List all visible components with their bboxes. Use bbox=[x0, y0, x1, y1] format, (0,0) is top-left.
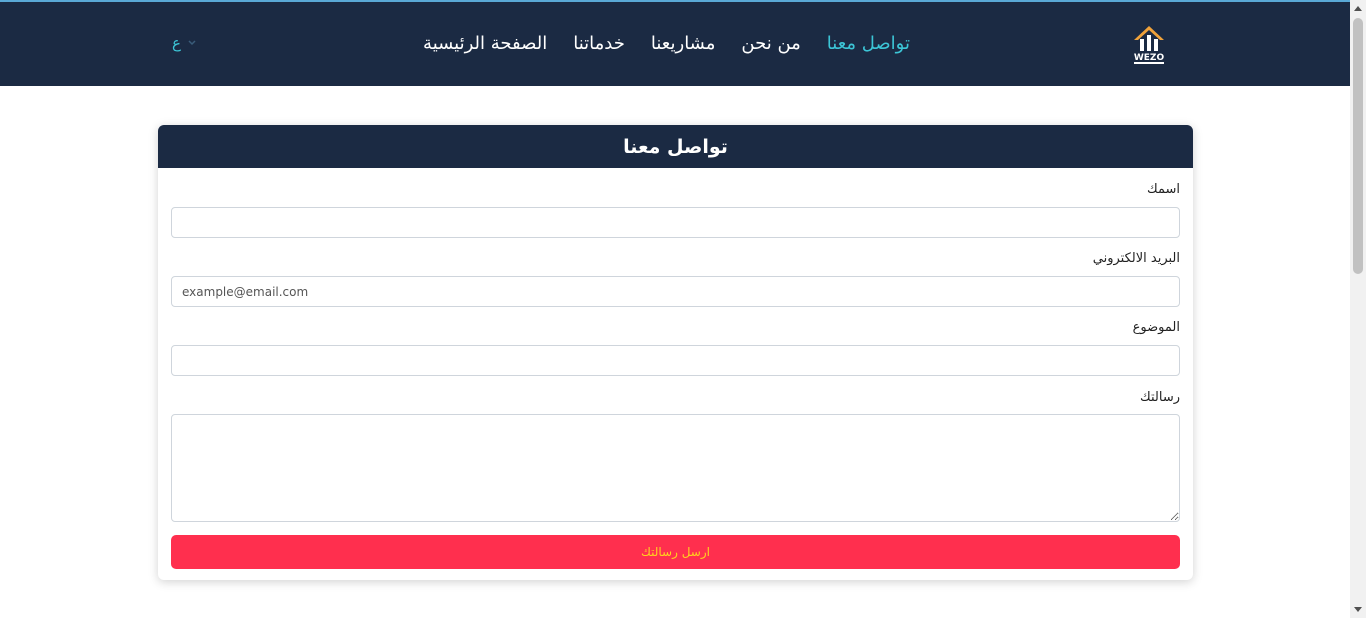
name-label: اسمك bbox=[1147, 182, 1180, 197]
message-label: رسالتك bbox=[1140, 390, 1180, 405]
nav-services[interactable]: خدماتنا bbox=[573, 30, 625, 58]
site-logo[interactable]: WEZO bbox=[1128, 22, 1170, 66]
page-scrollbar[interactable] bbox=[1350, 0, 1366, 618]
nav-home[interactable]: الصفحة الرئيسية bbox=[423, 30, 547, 58]
language-switcher[interactable]: ع bbox=[172, 34, 197, 52]
form-title: تواصل معنا bbox=[158, 125, 1193, 168]
nav-about[interactable]: من نحن bbox=[741, 30, 800, 58]
scroll-up-icon[interactable] bbox=[1354, 6, 1362, 11]
logo-text: WEZO bbox=[1134, 53, 1165, 63]
email-label: البريد الالكتروني bbox=[1092, 251, 1180, 266]
scroll-down-icon[interactable] bbox=[1354, 607, 1362, 612]
contact-form-card: تواصل معنا اسمك البريد الالكتروني الموضو… bbox=[158, 125, 1193, 580]
name-input[interactable] bbox=[171, 207, 1180, 238]
house-logo-icon: WEZO bbox=[1134, 26, 1165, 64]
scroll-thumb[interactable] bbox=[1353, 18, 1363, 274]
email-input[interactable] bbox=[171, 276, 1180, 307]
message-textarea[interactable] bbox=[171, 414, 1180, 522]
subject-input[interactable] bbox=[171, 345, 1180, 376]
nav-contact[interactable]: تواصل معنا bbox=[827, 30, 910, 58]
main-nav: الصفحة الرئيسية خدماتنا مشاريعنا من نحن … bbox=[423, 30, 910, 58]
language-label: ع bbox=[172, 34, 181, 52]
chevron-down-icon bbox=[188, 40, 196, 46]
navbar: WEZO الصفحة الرئيسية خدماتنا مشاريعنا من… bbox=[0, 2, 1366, 86]
subject-label: الموضوع bbox=[1132, 320, 1180, 335]
nav-projects[interactable]: مشاريعنا bbox=[651, 30, 716, 58]
send-message-button[interactable]: ارسل رسالتك bbox=[171, 535, 1180, 569]
